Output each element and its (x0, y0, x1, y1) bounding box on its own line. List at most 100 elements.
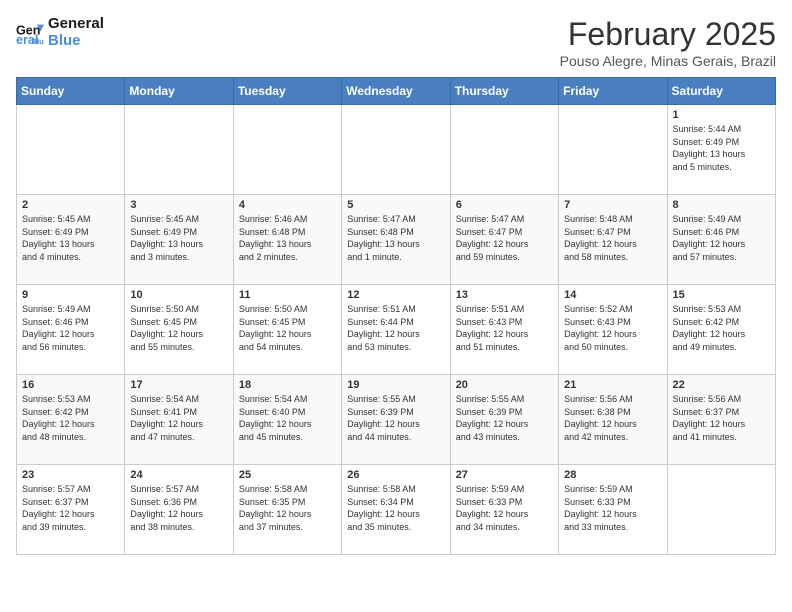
day-info: Sunrise: 5:49 AM Sunset: 6:46 PM Dayligh… (22, 303, 119, 353)
calendar-day-cell: 14 Sunrise: 5:52 AM Sunset: 6:43 PM Dayli… (559, 285, 667, 375)
calendar-week-row: 16 Sunrise: 5:53 AM Sunset: 6:42 PM Dayli… (17, 375, 776, 465)
day-number: 20 (456, 379, 553, 391)
calendar-day-cell: 28Sunrise: 5:59 AM Sunset: 6:33 PM Dayli… (559, 465, 667, 555)
day-info: Sunrise: 5:44 AM Sunset: 6:49 PM Dayligh… (673, 123, 770, 173)
calendar-day-cell: 10 Sunrise: 5:50 AM Sunset: 6:45 PM Dayli… (125, 285, 233, 375)
day-info: Sunrise: 5:57 AM Sunset: 6:37 PM Dayligh… (22, 483, 119, 533)
day-info: Sunrise: 5:55 AM Sunset: 6:39 PM Dayligh… (347, 393, 444, 443)
calendar-day-cell: 13Sunrise: 5:51 AM Sunset: 6:43 PM Dayli… (450, 285, 558, 375)
day-number: 23 (22, 469, 119, 481)
day-number: 24 (130, 469, 227, 481)
logo-general: General (48, 16, 104, 33)
calendar-day-cell: 22 Sunrise: 5:56 AM Sunset: 6:37 PM Dayli… (667, 375, 775, 465)
calendar-day-cell: 12 Sunrise: 5:51 AM Sunset: 6:44 PM Dayli… (342, 285, 450, 375)
calendar-day-cell: 27 Sunrise: 5:59 AM Sunset: 6:33 PM Dayli… (450, 465, 558, 555)
day-number: 7 (564, 199, 661, 211)
location-subtitle: Pouso Alegre, Minas Gerais, Brazil (560, 53, 776, 69)
weekday-header-row: SundayMondayTuesdayWednesdayThursdayFrid… (17, 78, 776, 105)
day-number: 16 (22, 379, 119, 391)
weekday-header-cell: Thursday (450, 78, 558, 105)
calendar-day-cell (342, 105, 450, 195)
day-number: 5 (347, 199, 444, 211)
day-info: Sunrise: 5:45 AM Sunset: 6:49 PM Dayligh… (130, 213, 227, 263)
day-info: Sunrise: 5:50 AM Sunset: 6:45 PM Dayligh… (239, 303, 336, 353)
title-area: February 2025 Pouso Alegre, Minas Gerais… (560, 16, 776, 69)
day-info: Sunrise: 5:57 AM Sunset: 6:36 PM Dayligh… (130, 483, 227, 533)
calendar-day-cell (559, 105, 667, 195)
calendar-week-row: 23 Sunrise: 5:57 AM Sunset: 6:37 PM Dayli… (17, 465, 776, 555)
calendar-day-cell: 25Sunrise: 5:58 AM Sunset: 6:35 PM Dayli… (233, 465, 341, 555)
calendar-day-cell: 6 Sunrise: 5:47 AM Sunset: 6:47 PM Daylig… (450, 195, 558, 285)
day-number: 9 (22, 289, 119, 301)
day-info: Sunrise: 5:50 AM Sunset: 6:45 PM Dayligh… (130, 303, 227, 353)
weekday-header-cell: Monday (125, 78, 233, 105)
calendar-day-cell: 7 Sunrise: 5:48 AM Sunset: 6:47 PM Daylig… (559, 195, 667, 285)
day-info: Sunrise: 5:53 AM Sunset: 6:42 PM Dayligh… (22, 393, 119, 443)
calendar-day-cell: 26 Sunrise: 5:58 AM Sunset: 6:34 PM Dayli… (342, 465, 450, 555)
svg-text:Blue: Blue (31, 37, 44, 46)
calendar-table: SundayMondayTuesdayWednesdayThursdayFrid… (16, 77, 776, 555)
calendar-day-cell: 21Sunrise: 5:56 AM Sunset: 6:38 PM Dayli… (559, 375, 667, 465)
weekday-header-cell: Wednesday (342, 78, 450, 105)
calendar-day-cell: 18Sunrise: 5:54 AM Sunset: 6:40 PM Dayli… (233, 375, 341, 465)
day-info: Sunrise: 5:49 AM Sunset: 6:46 PM Dayligh… (673, 213, 770, 263)
logo-icon: Gen eral Blue (16, 19, 44, 47)
day-info: Sunrise: 5:47 AM Sunset: 6:48 PM Dayligh… (347, 213, 444, 263)
day-info: Sunrise: 5:55 AM Sunset: 6:39 PM Dayligh… (456, 393, 553, 443)
day-info: Sunrise: 5:59 AM Sunset: 6:33 PM Dayligh… (456, 483, 553, 533)
day-info: Sunrise: 5:45 AM Sunset: 6:49 PM Dayligh… (22, 213, 119, 263)
calendar-week-row: 9 Sunrise: 5:49 AM Sunset: 6:46 PM Daylig… (17, 285, 776, 375)
day-number: 11 (239, 289, 336, 301)
day-number: 18 (239, 379, 336, 391)
day-number: 6 (456, 199, 553, 211)
day-number: 15 (673, 289, 770, 301)
day-info: Sunrise: 5:54 AM Sunset: 6:41 PM Dayligh… (130, 393, 227, 443)
day-number: 28 (564, 469, 661, 481)
day-info: Sunrise: 5:51 AM Sunset: 6:43 PM Dayligh… (456, 303, 553, 353)
calendar-week-row: 2 Sunrise: 5:45 AM Sunset: 6:49 PM Daylig… (17, 195, 776, 285)
page-header: Gen eral Blue General Blue February 2025… (16, 16, 776, 69)
day-info: Sunrise: 5:47 AM Sunset: 6:47 PM Dayligh… (456, 213, 553, 263)
calendar-day-cell: 17 Sunrise: 5:54 AM Sunset: 6:41 PM Dayli… (125, 375, 233, 465)
calendar-body: 1 Sunrise: 5:44 AM Sunset: 6:49 PM Daylig… (17, 105, 776, 555)
day-info: Sunrise: 5:48 AM Sunset: 6:47 PM Dayligh… (564, 213, 661, 263)
calendar-day-cell: 16 Sunrise: 5:53 AM Sunset: 6:42 PM Dayli… (17, 375, 125, 465)
day-number: 10 (130, 289, 227, 301)
calendar-day-cell (233, 105, 341, 195)
calendar-day-cell: 5 Sunrise: 5:47 AM Sunset: 6:48 PM Daylig… (342, 195, 450, 285)
calendar-day-cell: 4Sunrise: 5:46 AM Sunset: 6:48 PM Daylig… (233, 195, 341, 285)
day-info: Sunrise: 5:52 AM Sunset: 6:43 PM Dayligh… (564, 303, 661, 353)
weekday-header-cell: Sunday (17, 78, 125, 105)
weekday-header-cell: Tuesday (233, 78, 341, 105)
calendar-day-cell: 20 Sunrise: 5:55 AM Sunset: 6:39 PM Dayli… (450, 375, 558, 465)
calendar-day-cell (667, 465, 775, 555)
calendar-day-cell (125, 105, 233, 195)
day-info: Sunrise: 5:51 AM Sunset: 6:44 PM Dayligh… (347, 303, 444, 353)
calendar-day-cell: 2 Sunrise: 5:45 AM Sunset: 6:49 PM Daylig… (17, 195, 125, 285)
day-number: 14 (564, 289, 661, 301)
day-info: Sunrise: 5:58 AM Sunset: 6:34 PM Dayligh… (347, 483, 444, 533)
day-number: 12 (347, 289, 444, 301)
day-number: 19 (347, 379, 444, 391)
calendar-day-cell: 8 Sunrise: 5:49 AM Sunset: 6:46 PM Daylig… (667, 195, 775, 285)
calendar-day-cell: 19 Sunrise: 5:55 AM Sunset: 6:39 PM Dayli… (342, 375, 450, 465)
day-number: 8 (673, 199, 770, 211)
calendar-week-row: 1 Sunrise: 5:44 AM Sunset: 6:49 PM Daylig… (17, 105, 776, 195)
day-number: 2 (22, 199, 119, 211)
calendar-day-cell: 3Sunrise: 5:45 AM Sunset: 6:49 PM Daylig… (125, 195, 233, 285)
day-number: 27 (456, 469, 553, 481)
calendar-day-cell: 9 Sunrise: 5:49 AM Sunset: 6:46 PM Daylig… (17, 285, 125, 375)
month-year-title: February 2025 (560, 16, 776, 53)
day-number: 22 (673, 379, 770, 391)
weekday-header-cell: Friday (559, 78, 667, 105)
day-number: 1 (673, 109, 770, 121)
day-number: 26 (347, 469, 444, 481)
day-info: Sunrise: 5:53 AM Sunset: 6:42 PM Dayligh… (673, 303, 770, 353)
logo: Gen eral Blue General Blue (16, 16, 104, 49)
day-info: Sunrise: 5:56 AM Sunset: 6:37 PM Dayligh… (673, 393, 770, 443)
calendar-day-cell: 1 Sunrise: 5:44 AM Sunset: 6:49 PM Daylig… (667, 105, 775, 195)
calendar-day-cell: 24 Sunrise: 5:57 AM Sunset: 6:36 PM Dayli… (125, 465, 233, 555)
weekday-header-cell: Saturday (667, 78, 775, 105)
logo-blue: Blue (48, 33, 104, 50)
day-number: 17 (130, 379, 227, 391)
